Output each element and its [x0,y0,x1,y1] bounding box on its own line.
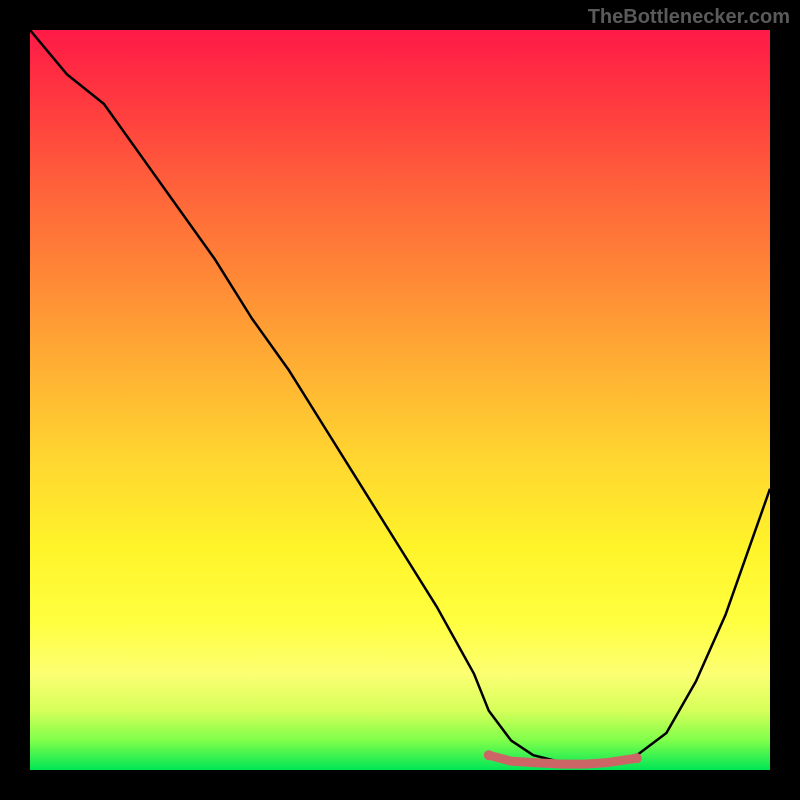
bottleneck-curve [30,30,770,763]
watermark-text: TheBottlenecker.com [588,6,790,29]
highlight-end-dot [632,753,642,763]
flat-highlight [489,755,637,764]
curve-layer [30,30,770,770]
plot-area [30,30,770,770]
highlight-end-dot [484,750,494,760]
